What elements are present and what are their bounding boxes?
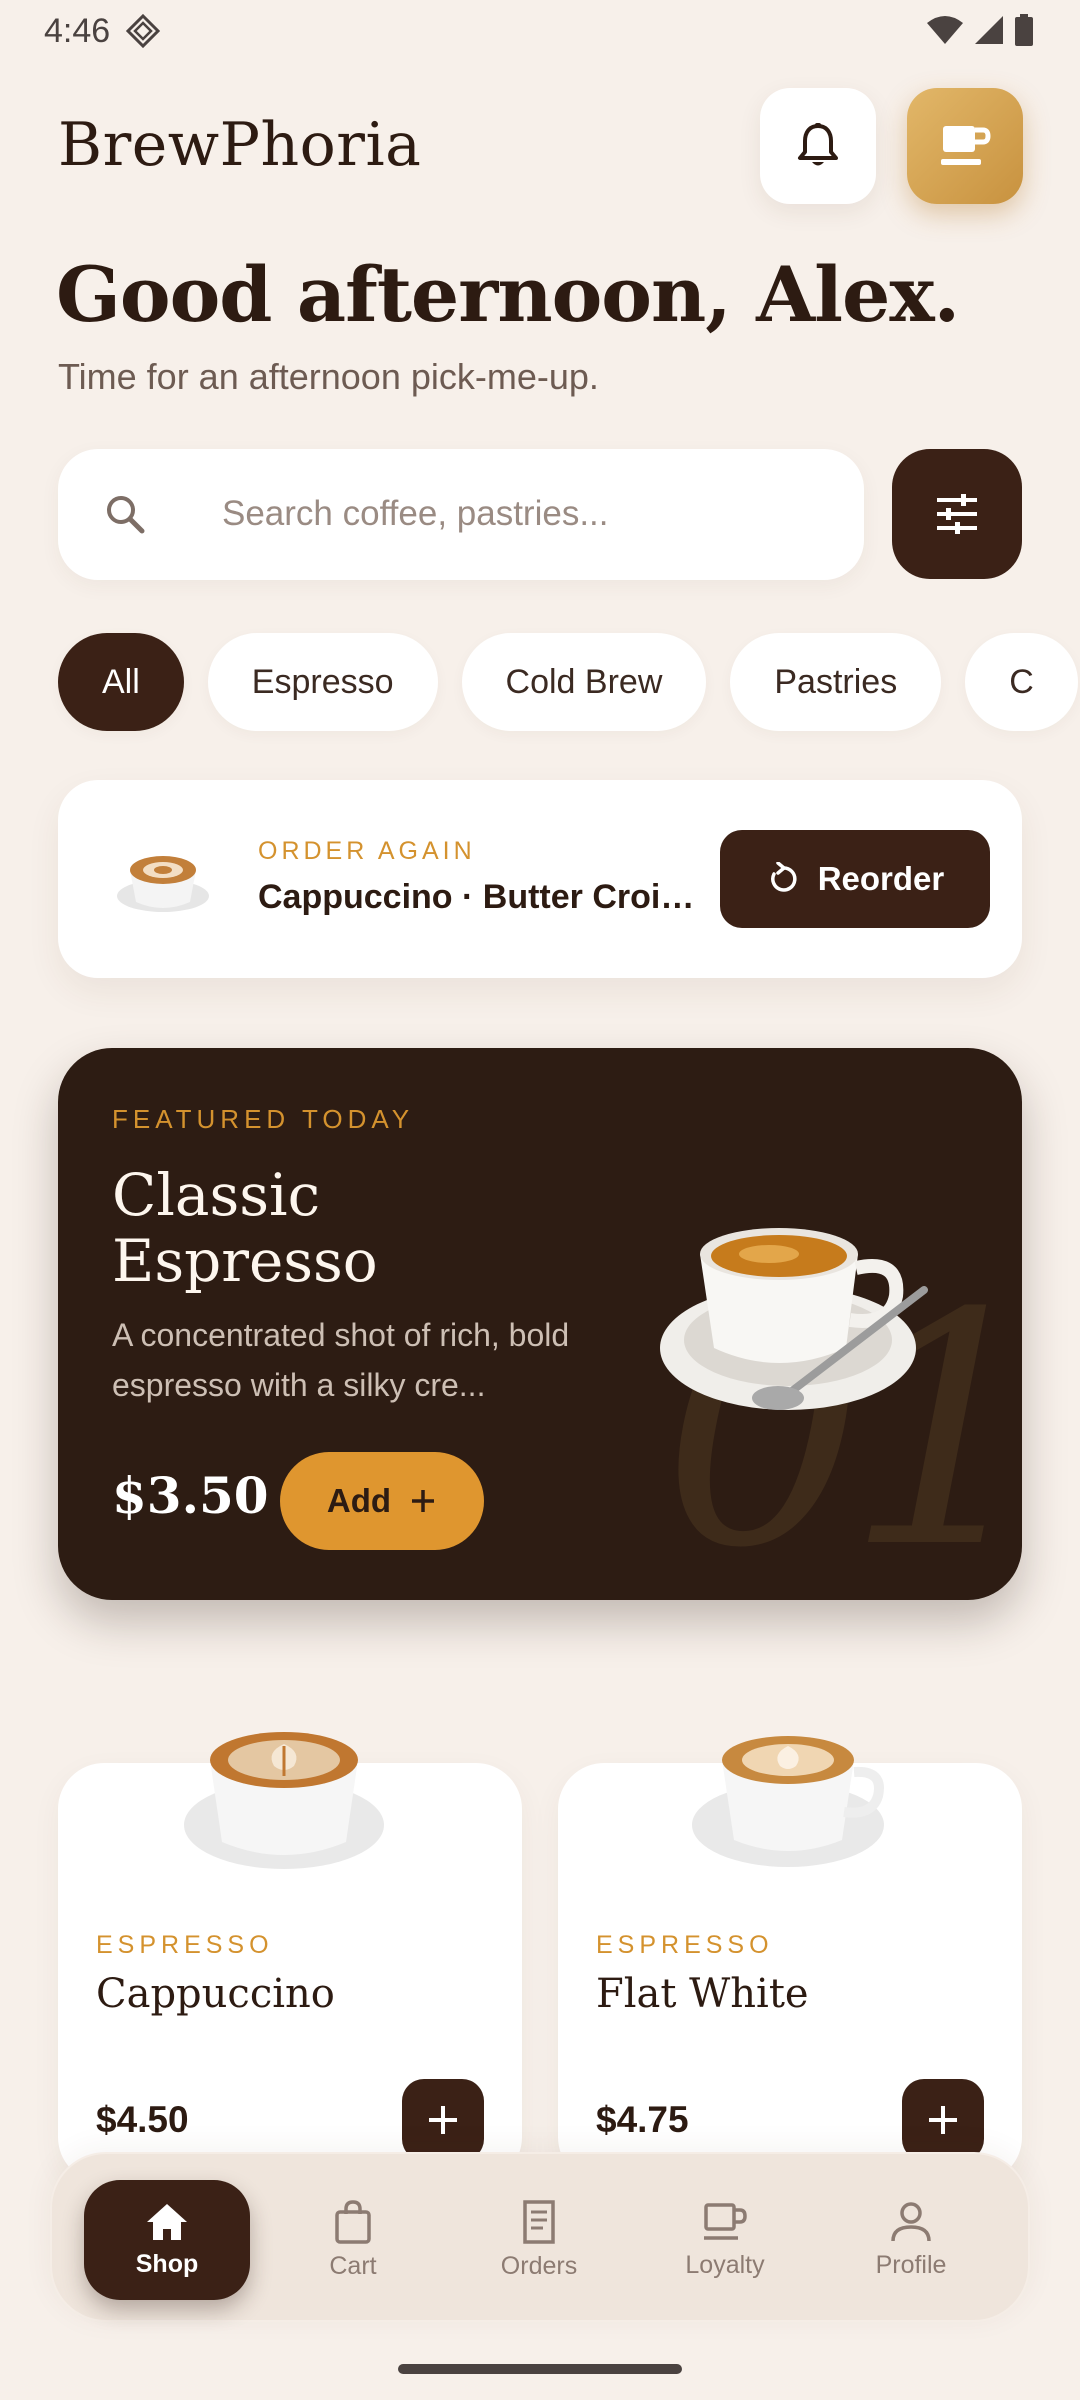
product-name: Flat White: [596, 1971, 809, 2017]
battery-icon: [1015, 14, 1033, 46]
signal-icon: [975, 16, 1003, 44]
brand-logo: BrewPhoria: [58, 110, 422, 180]
featured-description: A concentrated shot of rich, bold espres…: [112, 1317, 570, 1403]
receipt-icon: [523, 2199, 555, 2244]
espresso-cup-image: [660, 1228, 928, 1410]
bell-icon: [798, 123, 838, 166]
bag-icon: [335, 2199, 371, 2244]
nav-label: Cart: [329, 2251, 377, 2280]
reorder-label: Reorder: [817, 860, 945, 897]
featured-add-button[interactable]: Add: [280, 1452, 484, 1550]
product-category: ESPRESSO: [596, 1931, 774, 1959]
greeting-title: Good afternoon, Alex.: [56, 250, 960, 339]
search-bar: [58, 449, 864, 580]
chip-pastries[interactable]: Pastries: [730, 633, 942, 731]
reorder-button[interactable]: Reorder: [720, 830, 990, 928]
order-again-items: Cappuccino · Butter Croissant: [258, 878, 698, 916]
status-icons: [926, 14, 1034, 46]
chip-all[interactable]: All: [58, 633, 184, 731]
nav-orders[interactable]: Orders: [456, 2180, 622, 2300]
featured-label: FEATURED TODAY: [112, 1104, 415, 1134]
flat-white-image: [692, 1736, 884, 1867]
search-icon: [107, 496, 145, 534]
order-again-label: ORDER AGAIN: [258, 837, 476, 865]
category-chips-row: All Espresso Cold Brew Pastries C: [0, 620, 1080, 750]
search-input[interactable]: [222, 487, 822, 541]
chip-more[interactable]: C: [965, 633, 1078, 731]
notifications-button[interactable]: [760, 88, 876, 204]
home-indicator[interactable]: [398, 2364, 682, 2374]
status-time: 4:46: [44, 12, 111, 50]
product-price: $4.75: [596, 2099, 689, 2140]
home-icon: [147, 2203, 187, 2240]
featured-card[interactable]: 01 FEATURED TODAY Classic Espresso A con…: [58, 1048, 1022, 1600]
nav-shop[interactable]: Shop: [84, 2180, 250, 2300]
coffee-cup-icon: [941, 126, 991, 165]
chip-cold-brew[interactable]: Cold Brew: [461, 633, 707, 731]
sliders-icon: [937, 494, 977, 534]
filter-button[interactable]: [892, 449, 1022, 579]
category-chips: All Espresso Cold Brew Pastries C: [58, 633, 1080, 731]
cup-icon: [704, 2202, 747, 2240]
nav-profile[interactable]: Profile: [828, 2180, 994, 2300]
nav-loyalty[interactable]: Loyalty: [642, 2180, 808, 2300]
plus-icon: [929, 2106, 957, 2134]
nav-label: Orders: [500, 2251, 578, 2280]
add-label: Add: [326, 1482, 392, 1519]
notification-diamond-icon: [126, 14, 160, 48]
refresh-icon: [770, 862, 797, 892]
nav-cart[interactable]: Cart: [270, 2180, 436, 2300]
product-price: $4.50: [96, 2099, 189, 2140]
product-category: ESPRESSO: [96, 1931, 274, 1959]
nav-label: Shop: [135, 2249, 199, 2278]
wifi-icon: [927, 16, 963, 44]
status-bar: 4:46: [0, 0, 1080, 60]
plus-icon: [412, 1490, 435, 1512]
add-to-cart-button[interactable]: [402, 2079, 484, 2161]
chip-espresso[interactable]: Espresso: [207, 633, 438, 731]
cappuccino-image: [184, 1732, 384, 1869]
person-icon: [891, 2201, 931, 2241]
nav-label: Loyalty: [685, 2250, 765, 2279]
cappuccino-thumbnail: [117, 856, 209, 912]
product-name: Cappuccino: [96, 1971, 335, 2017]
bottom-navigation: Shop Cart Orders Loyalty Profile: [50, 2152, 1030, 2322]
plus-icon: [429, 2106, 457, 2134]
featured-title: Classic Espresso: [112, 1161, 378, 1295]
featured-price: $3.50: [112, 1466, 269, 1525]
greeting-subtitle: Time for an afternoon pick-me-up.: [58, 356, 599, 397]
add-to-cart-button[interactable]: [902, 2079, 984, 2161]
cafe-button[interactable]: [907, 88, 1023, 204]
nav-label: Profile: [875, 2250, 947, 2279]
order-again-card: ORDER AGAIN Cappuccino · Butter Croissan…: [58, 780, 1022, 978]
